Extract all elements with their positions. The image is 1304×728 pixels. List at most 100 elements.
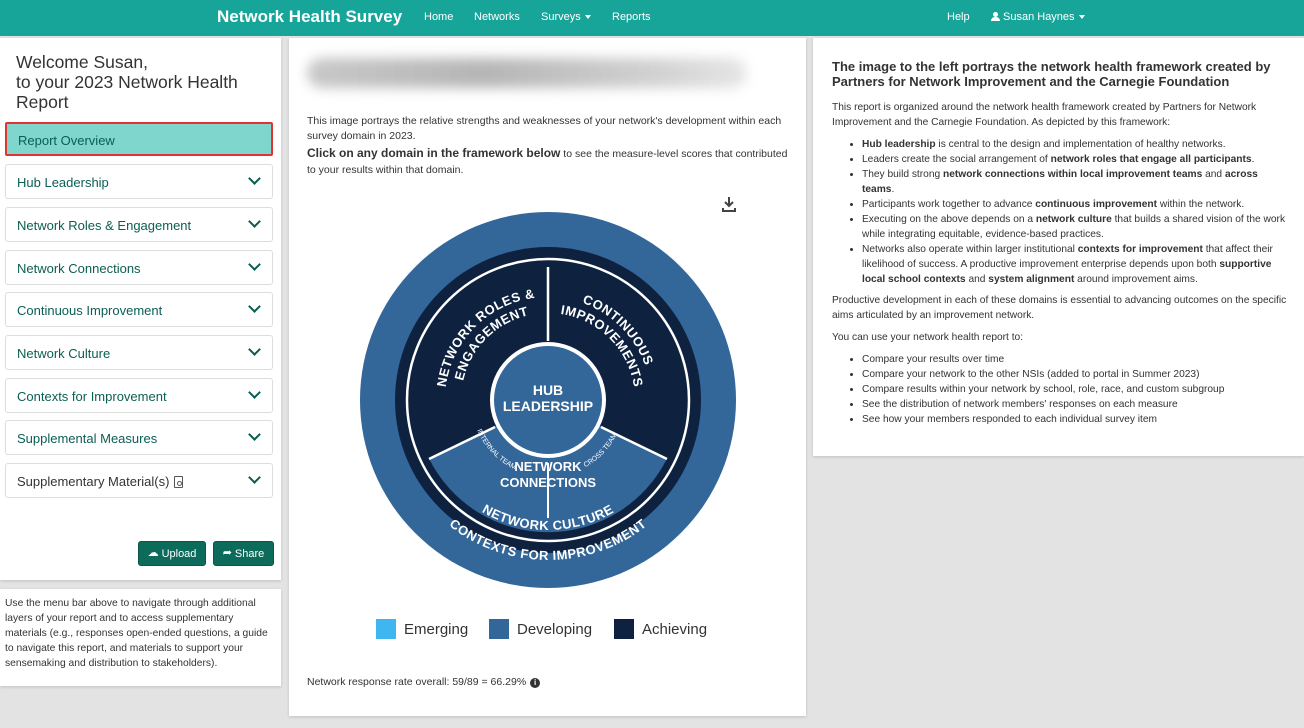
- use-item: See the distribution of network members'…: [862, 397, 1287, 412]
- bullet-text: is central to the design and implementat…: [935, 139, 1226, 150]
- legend-emerging: Emerging: [376, 619, 468, 639]
- bullet-text: within the network.: [1157, 199, 1245, 210]
- chevron-down-icon: [248, 215, 261, 228]
- user-menu[interactable]: Susan Haynes: [991, 11, 1085, 23]
- menu-supplemental-measures[interactable]: Supplemental Measures: [5, 420, 273, 455]
- menu-network-culture[interactable]: Network Culture: [5, 335, 273, 370]
- bullet-bold: continuous improvement: [1035, 199, 1157, 210]
- info-icon[interactable]: i: [530, 678, 541, 688]
- share-arrow-icon: ➦: [222, 547, 232, 559]
- top-navbar: Network Health Survey Home Networks Surv…: [0, 0, 1304, 36]
- description-heading: The image to the left portrays the netwo…: [832, 59, 1271, 89]
- menu-label: Network Culture: [17, 346, 111, 361]
- response-rate-text: Network response rate overall: 59/89 = 6…: [307, 676, 527, 688]
- nav-networks[interactable]: Networks: [474, 11, 520, 23]
- bullet-text: Participants work together to advance: [862, 199, 1036, 210]
- framework-bullets: Hub leadership is central to the design …: [862, 137, 1287, 287]
- caret-down-icon: [584, 15, 591, 20]
- bullet-bold: system alignment: [988, 274, 1075, 285]
- description-paragraph-3: You can use your network health report t…: [832, 332, 1024, 343]
- upload-button[interactable]: ☁ Upload: [138, 541, 206, 566]
- menu-label: Contexts for Improvement: [17, 389, 167, 404]
- chevron-down-icon: [248, 471, 261, 484]
- hub-label-2: LEADERSHIP: [503, 398, 593, 414]
- legend-developing: Developing: [489, 619, 592, 639]
- network-health-framework: HUB LEADERSHIP NETWORK ROLES & ENGAGEMEN…: [360, 212, 736, 588]
- menu-label-text: Supplementary Material(s): [17, 474, 170, 489]
- bullet-bold: Hub leadership: [862, 139, 936, 150]
- menu-contexts-for-improvement[interactable]: Contexts for Improvement: [5, 378, 273, 413]
- description-paragraph-2: Productive development in each of these …: [832, 295, 1287, 321]
- use-item: Compare results within your network by s…: [862, 382, 1287, 397]
- bullet-text: .: [1251, 154, 1255, 165]
- legend-swatch: [614, 619, 634, 639]
- description-paragraph-1: This report is organized around the netw…: [832, 102, 1257, 128]
- bullet-text: Networks also operate within larger inst…: [862, 244, 1078, 255]
- brand-title[interactable]: Network Health Survey: [217, 7, 402, 27]
- use-item: See how your members responded to each i…: [862, 412, 1287, 427]
- download-icon[interactable]: [722, 196, 736, 212]
- bullet-text: Leaders create the social arrangement of: [862, 154, 1051, 165]
- framework-panel: This image portrays the relative strengt…: [289, 38, 806, 716]
- menu-continuous-improvement[interactable]: Continuous Improvement: [5, 292, 273, 327]
- chevron-down-icon: [248, 300, 261, 313]
- menu-label: Network Connections: [17, 261, 141, 276]
- menu-label: Supplementary Material(s): [17, 474, 184, 489]
- framework-instructions: Click on any domain in the framework bel…: [307, 145, 792, 178]
- pdf-file-icon: [174, 476, 184, 488]
- menu-label: Hub Leadership: [17, 175, 109, 190]
- bullet-culture: Executing on the above depends on a netw…: [862, 212, 1287, 242]
- menu-supplementary-materials[interactable]: Supplementary Material(s): [5, 463, 273, 498]
- bullet-roles: Leaders create the social arrangement of…: [862, 152, 1287, 167]
- chevron-down-icon: [248, 428, 261, 441]
- cloud-upload-icon: ☁: [147, 547, 159, 559]
- framework-intro: This image portrays the relative strengt…: [307, 115, 782, 142]
- hub-label-1: HUB: [533, 382, 563, 398]
- chevron-down-icon: [248, 258, 261, 271]
- nav-reports[interactable]: Reports: [612, 11, 651, 23]
- welcome-heading: Welcome Susan, to your 2023 Network Heal…: [16, 52, 276, 112]
- framework-description: The image to the left portrays the netwo…: [813, 38, 1304, 456]
- user-icon: [991, 12, 1000, 21]
- use-item: Compare your network to the other NSIs (…: [862, 367, 1287, 382]
- nav-help[interactable]: Help: [947, 11, 970, 23]
- response-rate: Network response rate overall: 59/89 = 6…: [307, 676, 541, 688]
- legend-label: Developing: [517, 620, 593, 638]
- upload-label: Upload: [161, 547, 197, 560]
- menu-label: Network Roles & Engagement: [17, 218, 192, 233]
- bullet-connections: They build strong network connections wi…: [862, 167, 1287, 197]
- report-sidebar: Welcome Susan, to your 2023 Network Heal…: [0, 38, 281, 580]
- nav-home[interactable]: Home: [424, 11, 453, 23]
- menu-network-connections[interactable]: Network Connections: [5, 250, 273, 285]
- legend-achieving: Achieving: [614, 619, 707, 639]
- menu-label: Continuous Improvement: [17, 303, 163, 318]
- description-body: This report is organized around the netw…: [832, 100, 1287, 433]
- legend-swatch: [489, 619, 509, 639]
- menu-label: Supplemental Measures: [17, 431, 158, 446]
- bullet-bold: network roles that engage all participan…: [1050, 154, 1252, 165]
- navigation-note: Use the menu bar above to navigate throu…: [0, 589, 281, 686]
- legend-label: Emerging: [404, 620, 469, 638]
- connections-label-1: NETWORK: [514, 459, 582, 474]
- nav-surveys-label: Surveys: [541, 11, 581, 23]
- bullet-hub: Hub leadership is central to the design …: [862, 137, 1287, 152]
- bullet-text: They build strong: [862, 169, 943, 180]
- nav-surveys[interactable]: Surveys: [541, 11, 591, 23]
- menu-report-overview[interactable]: Report Overview: [5, 122, 273, 156]
- caret-down-icon: [1078, 15, 1085, 20]
- welcome-line-2: to your 2023 Network Health Report: [16, 72, 238, 112]
- bullet-text: and: [1202, 169, 1225, 180]
- bullet-contexts: Networks also operate within larger inst…: [862, 242, 1287, 287]
- bullet-bold: network connections within local improve…: [942, 169, 1203, 180]
- report-uses-list: Compare your results over time Compare y…: [862, 352, 1287, 427]
- chevron-down-icon: [248, 386, 261, 399]
- menu-network-roles[interactable]: Network Roles & Engagement: [5, 207, 273, 242]
- menu-hub-leadership[interactable]: Hub Leadership: [5, 164, 273, 199]
- chevron-down-icon: [248, 172, 261, 185]
- share-label: Share: [234, 547, 265, 560]
- instructions-bold: Click on any domain in the framework bel…: [307, 146, 561, 160]
- share-button[interactable]: ➦ Share: [213, 541, 274, 566]
- legend-label: Achieving: [642, 620, 708, 638]
- welcome-line-1: Welcome Susan,: [16, 52, 148, 72]
- bullet-text: and: [965, 274, 989, 285]
